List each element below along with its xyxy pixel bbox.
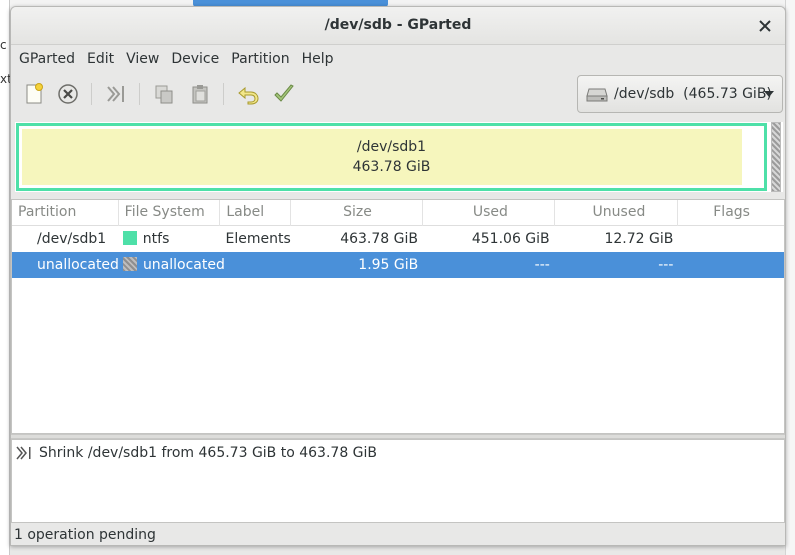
pending-operations-list: Shrink /dev/sdb1 from 465.73 GiB to 463.… <box>11 439 785 523</box>
table-row[interactable]: /dev/sdb1 ntfs Elements 463.78 GiB 451.0… <box>12 226 784 252</box>
menu-help[interactable]: Help <box>296 51 340 67</box>
gparted-window: /dev/sdb - GParted GParted Edit View Dev… <box>10 6 786 546</box>
cell-file-system: ntfs <box>119 226 221 252</box>
cell-file-system-text: ntfs <box>142 231 170 247</box>
apply-button[interactable] <box>269 79 299 109</box>
cell-size: 1.95 GiB <box>358 257 419 273</box>
new-partition-button[interactable] <box>19 79 49 109</box>
column-header-label[interactable]: Label <box>220 200 292 226</box>
table-header: Partition File System Label Size Used Un… <box>12 200 784 226</box>
column-header-partition[interactable]: Partition <box>12 200 119 226</box>
operation-text: Shrink /dev/sdb1 from 465.73 GiB to 463.… <box>39 445 378 461</box>
title-bar[interactable]: /dev/sdb - GParted <box>11 7 785 45</box>
paste-button[interactable] <box>185 79 215 109</box>
column-header-unused[interactable]: Unused <box>555 200 679 226</box>
toolbar-separator <box>91 83 92 105</box>
disk-map: /dev/sdb1 463.78 GiB <box>15 122 783 192</box>
menu-device[interactable]: Device <box>165 51 225 67</box>
chevron-down-icon <box>764 91 774 97</box>
apply-icon <box>274 84 294 102</box>
cell-partition: /dev/sdb1 <box>37 231 107 247</box>
menu-view[interactable]: View <box>120 51 165 67</box>
toolbar-separator <box>223 83 224 105</box>
undo-button[interactable] <box>233 79 263 109</box>
cell-label <box>221 252 292 278</box>
partition-table: Partition File System Label Size Used Un… <box>11 199 785 434</box>
disk-map-partition-size: 463.78 GiB <box>352 159 431 175</box>
cell-used: 451.06 GiB <box>471 231 550 247</box>
resize-move-icon <box>16 446 31 460</box>
background-text-fragment: c <box>0 38 7 52</box>
cell-used: --- <box>534 257 550 273</box>
toolbar-separator <box>139 83 140 105</box>
column-header-used[interactable]: Used <box>423 200 555 226</box>
delete-partition-icon <box>58 84 78 104</box>
menu-bar: GParted Edit View Device Partition Help <box>11 45 785 73</box>
cell-file-system: unallocated <box>119 252 225 278</box>
cell-file-system-text: unallocated <box>142 257 225 273</box>
cell-unused: 12.72 GiB <box>604 231 674 247</box>
cell-unused: --- <box>658 257 674 273</box>
copy-icon <box>155 85 173 104</box>
cell-label: Elements <box>225 231 291 247</box>
disk-map-partition-name: /dev/sdb1 <box>356 139 427 155</box>
column-header-file-system[interactable]: File System <box>119 200 221 226</box>
resize-move-icon <box>107 86 124 102</box>
disk-map-used-fill <box>22 129 742 185</box>
delete-partition-button[interactable] <box>53 79 83 109</box>
menu-gparted[interactable]: GParted <box>13 51 81 67</box>
new-partition-icon <box>26 83 43 104</box>
list-item[interactable]: Shrink /dev/sdb1 from 465.73 GiB to 463.… <box>12 440 784 466</box>
column-header-size[interactable]: Size <box>291 200 423 226</box>
hard-disk-icon <box>586 88 608 102</box>
disk-map-partition-sdb1[interactable]: /dev/sdb1 463.78 GiB <box>16 123 767 191</box>
status-bar: 1 operation pending <box>14 527 156 543</box>
background-window-left: c xt <box>0 0 12 555</box>
table-row-selected[interactable]: unallocated unallocated 1.95 GiB --- --- <box>12 252 784 278</box>
paste-icon <box>192 85 208 104</box>
column-header-flags[interactable]: Flags <box>678 200 784 226</box>
device-selector-label: /dev/sdb (465.73 GiB) <box>614 86 772 102</box>
device-selector[interactable]: /dev/sdb (465.73 GiB) <box>577 75 783 113</box>
background-window-right <box>785 0 795 555</box>
cell-partition: unallocated <box>37 257 119 273</box>
toolbar: /dev/sdb (465.73 GiB) <box>11 73 785 117</box>
cell-size: 463.78 GiB <box>340 231 418 247</box>
undo-icon <box>238 86 259 105</box>
cell-flags <box>678 252 784 278</box>
resize-move-button[interactable] <box>101 79 131 109</box>
window-title: /dev/sdb - GParted <box>324 17 472 33</box>
close-icon <box>759 20 771 32</box>
filesystem-color-swatch <box>122 231 137 245</box>
filesystem-color-swatch <box>122 257 137 271</box>
menu-edit[interactable]: Edit <box>81 51 120 67</box>
copy-button[interactable] <box>149 79 179 109</box>
close-button[interactable] <box>755 16 775 36</box>
cell-flags <box>678 226 784 252</box>
menu-partition[interactable]: Partition <box>225 51 295 67</box>
disk-map-unallocated[interactable] <box>771 122 781 192</box>
